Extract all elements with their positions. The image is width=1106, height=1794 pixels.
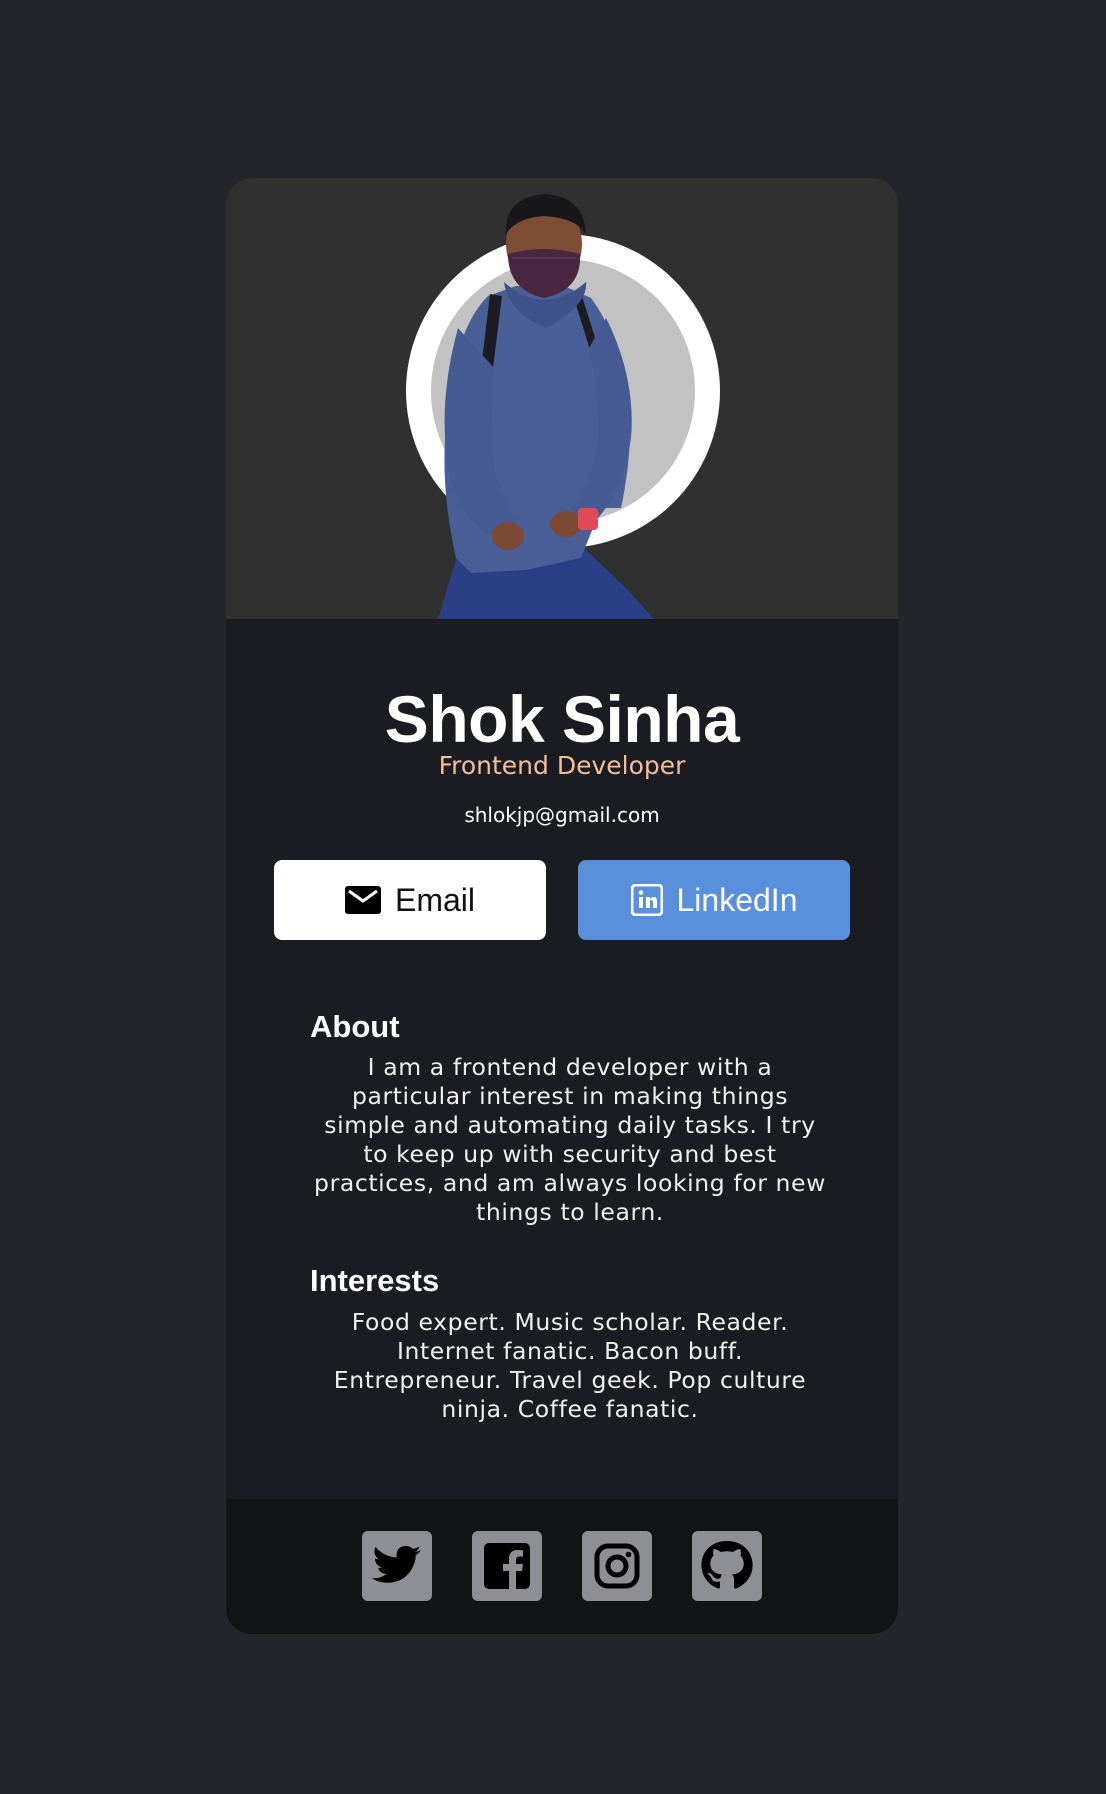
twitter-link[interactable] [362,1531,432,1601]
interests-text: Food expert. Music scholar. Reader. Inte… [333,1308,807,1423]
linkedin-button[interactable]: LinkedIn [578,860,850,940]
envelope-icon [344,886,381,914]
social-footer [226,1499,898,1634]
instagram-icon [594,1543,640,1589]
facebook-link[interactable] [472,1531,542,1601]
profile-name: Shok Sinha [384,682,740,756]
linkedin-button-label: LinkedIn [676,881,798,918]
about-text: I am a frontend developer with a particu… [314,1053,826,1226]
github-icon [701,1540,753,1592]
profile-photo [438,194,654,619]
facebook-icon [484,1543,530,1589]
github-link[interactable] [692,1531,762,1601]
profile-role: Frontend Developer [438,751,686,780]
profile-hero [226,178,898,619]
interests-title: Interests [310,1263,440,1298]
email-button[interactable]: Email [274,860,546,940]
about-title: About [310,1009,400,1044]
email-button-label: Email [394,881,475,918]
twitter-icon [372,1545,422,1587]
linkedin-icon [630,884,663,916]
profile-email: shlokjp@gmail.com [464,803,660,827]
profile-card: Shok Sinha Frontend Developer shlokjp@gm… [226,178,898,1634]
instagram-link[interactable] [582,1531,652,1601]
